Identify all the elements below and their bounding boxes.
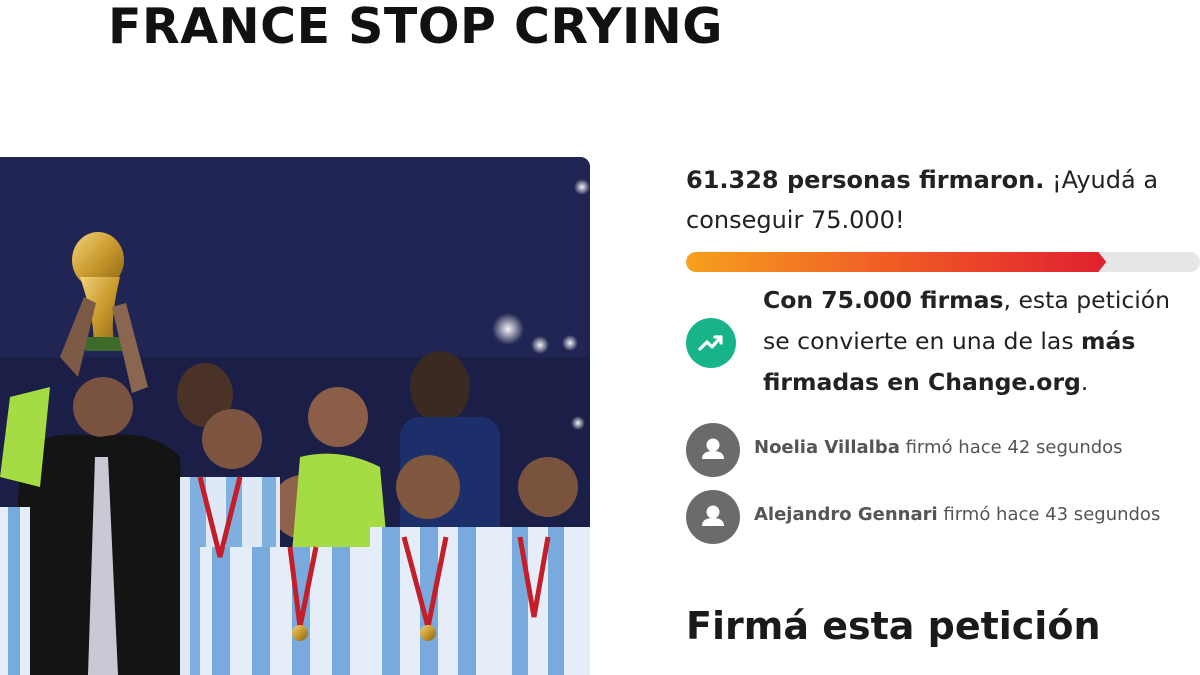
recent-signer-text: Noelia Villalba firmó hace 42 segundos [754,437,1123,458]
petition-photo [0,157,590,675]
signature-progress-fill [686,252,1106,272]
petition-page: FRANCE STOP CRYING 61.328 personas firma… [0,0,1200,675]
recent-signer-item: Alejandro Gennari firmó hace 43 segundos [686,490,1200,544]
signer-name: Alejandro Gennari [754,504,938,525]
sign-petition-heading: Firmá esta petición [686,604,1101,648]
signature-progress-bar [686,252,1200,272]
recent-signer-item: Noelia Villalba firmó hace 42 segundos [686,423,1200,477]
user-avatar-icon [686,490,740,544]
signature-count: 61.328 personas firmaron. [686,166,1045,194]
milestone-text: Con 75.000 firmas, esta petición se conv… [763,280,1193,403]
signer-name: Noelia Villalba [754,437,900,458]
milestone-text-2: . [1080,368,1089,396]
user-avatar-icon [686,423,740,477]
recent-signer-text: Alejandro Gennari firmó hace 43 segundos [754,504,1160,525]
trending-up-icon [686,318,736,368]
petition-title: FRANCE STOP CRYING [108,0,723,55]
signature-count-text: 61.328 personas firmaron. ¡Ayudá a conse… [686,160,1176,240]
signer-action: firmó hace 42 segundos [899,437,1123,458]
signer-action: firmó hace 43 segundos [937,504,1161,525]
milestone-bold-1: Con 75.000 firmas [763,286,1004,314]
